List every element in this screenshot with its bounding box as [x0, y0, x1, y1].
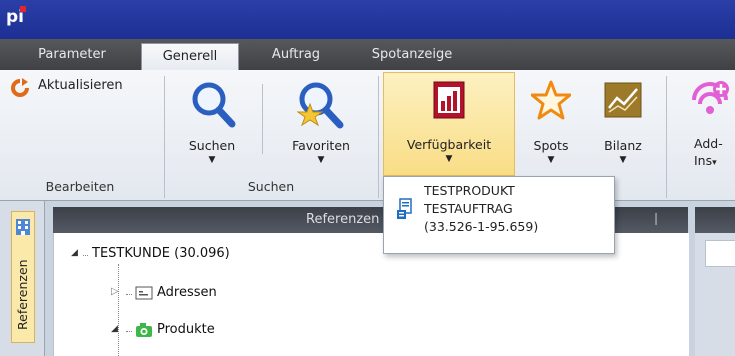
expand-toggle-icon[interactable]: ▷	[111, 286, 119, 297]
search-dropdown-icon: ▼	[208, 155, 216, 165]
app-logo: pi	[6, 6, 30, 29]
tab-auftrag[interactable]: Auftrag	[252, 39, 340, 70]
right-panel-content	[705, 240, 735, 267]
tree-connector	[126, 331, 132, 332]
spots-button[interactable]: Spots ▼	[520, 74, 582, 172]
button-separator	[262, 84, 263, 154]
addins-label-line2: Ins	[694, 153, 713, 168]
group-separator	[378, 76, 379, 198]
dropdown-item-product: TESTPRODUKT	[424, 183, 515, 198]
availability-dropdown[interactable]: TESTPRODUKT TESTAUFTRAG (33.526-1-95.659…	[383, 176, 615, 254]
availability-chart-icon	[433, 81, 465, 119]
favorites-search-icon	[296, 82, 344, 129]
dropdown-item-order: TESTAUFTRAG	[424, 201, 513, 216]
star-icon	[531, 80, 571, 120]
addins-icon	[692, 81, 729, 114]
favorites-label: Favoriten	[292, 138, 350, 153]
ribbon: Aktualisieren Bearbeiten Suchen ▼ Favori…	[0, 70, 735, 201]
collapse-toggle-icon[interactable]: ◢	[71, 248, 78, 258]
order-document-icon	[397, 198, 412, 219]
balance-chart-icon	[604, 82, 642, 118]
refresh-icon	[11, 78, 29, 97]
tree-connector	[126, 294, 132, 295]
addins-dropdown-icon: ▾	[712, 158, 717, 168]
addins-button[interactable]: Add- Ins▾	[676, 74, 735, 172]
building-icon	[16, 219, 30, 235]
balance-label: Bilanz	[604, 138, 642, 153]
availability-button[interactable]: Verfügbarkeit ▼	[383, 72, 515, 176]
refresh-label: Aktualisieren	[38, 78, 123, 93]
group-label-bearbeiten: Bearbeiten	[45, 179, 115, 194]
address-card-icon	[135, 286, 153, 300]
refresh-button[interactable]: Aktualisieren	[10, 76, 160, 100]
search-icon	[192, 82, 236, 128]
tree-node-adressen[interactable]: Adressen	[157, 285, 217, 300]
tree-connector	[83, 255, 88, 256]
tree-node-root[interactable]: TESTKUNDE (30.096)	[92, 246, 230, 261]
tab-parameter[interactable]: Parameter	[22, 39, 122, 70]
collapse-toggle-icon[interactable]: ◢	[111, 324, 118, 334]
search-label: Suchen	[188, 138, 236, 153]
addins-label-line1: Add-	[694, 136, 723, 151]
tree-node-produkte[interactable]: Produkte	[157, 322, 215, 337]
pin-icon[interactable]: ❘	[651, 211, 661, 225]
panel-title: Referenzen	[306, 212, 380, 227]
tree-connector	[118, 264, 119, 356]
availability-label: Verfügbarkeit	[406, 137, 492, 152]
group-separator	[164, 76, 165, 198]
sidebar-tab-referenzen[interactable]: Referenzen	[11, 211, 35, 343]
dropdown-item-number: (33.526-1-95.659)	[424, 219, 539, 234]
product-camera-icon	[136, 323, 152, 337]
ribbon-tab-strip: Parameter Generell Auftrag Spotanzeige	[0, 39, 735, 71]
balance-dropdown-icon: ▼	[619, 155, 627, 165]
tab-generell[interactable]: Generell	[141, 43, 239, 71]
spots-label: Spots	[533, 138, 569, 153]
favorites-button[interactable]: Favoriten ▼	[276, 74, 366, 172]
balance-button[interactable]: Bilanz ▼	[590, 74, 656, 172]
availability-dropdown-icon: ▼	[445, 154, 453, 164]
group-separator	[666, 76, 667, 198]
favorites-dropdown-icon: ▼	[317, 155, 325, 165]
title-bar: pi	[0, 0, 735, 39]
spots-dropdown-icon: ▼	[547, 155, 555, 165]
tab-spotanzeige[interactable]: Spotanzeige	[352, 39, 472, 70]
sidebar-tab-label: Referenzen	[15, 259, 30, 330]
group-label-suchen: Suchen	[247, 179, 295, 194]
right-panel	[695, 207, 735, 356]
right-panel-header	[695, 207, 735, 233]
search-button[interactable]: Suchen ▼	[177, 74, 247, 172]
